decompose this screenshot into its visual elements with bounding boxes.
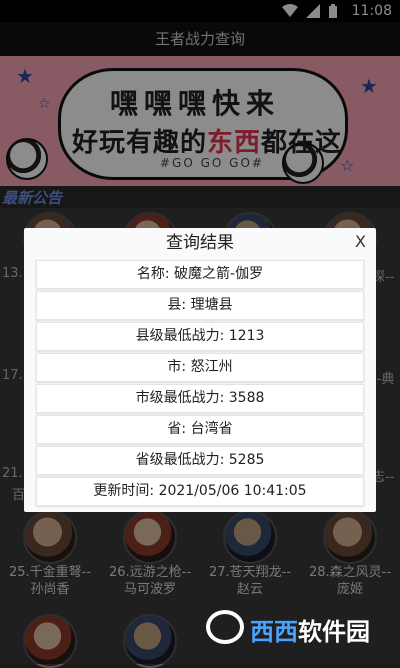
result-row: 县级最低战力: 1213 [36,322,364,351]
result-row: 更新时间: 2021/05/06 10:41:05 [36,477,364,506]
result-row: 省: 台湾省 [36,415,364,444]
result-row: 省级最低战力: 5285 [36,446,364,475]
close-button[interactable]: X [355,232,366,251]
watermark-logo-icon [206,610,244,644]
watermark: 西西软件园 [206,606,396,650]
result-row: 名称: 破魔之箭-伽罗 [36,260,364,289]
result-row: 市: 怒江州 [36,353,364,382]
query-result-dialog: 查询结果 X 名称: 破魔之箭-伽罗 县: 理塘县 县级最低战力: 1213 市… [24,228,376,512]
dialog-title: 查询结果 [166,233,234,253]
watermark-text: 西西软件园 [250,612,370,647]
result-row: 县: 理塘县 [36,291,364,320]
watermark-text-a: 西西 [250,618,298,646]
watermark-text-b: 软件园 [298,618,370,646]
result-row: 市级最低战力: 3588 [36,384,364,413]
